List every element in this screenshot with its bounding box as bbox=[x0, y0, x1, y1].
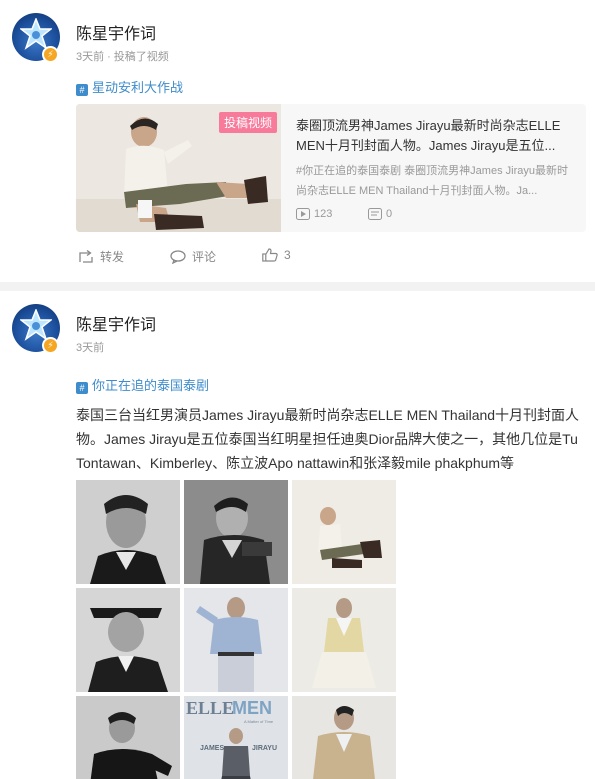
video-title[interactable]: 泰圈顶流男神James Jirayu最新时尚杂志ELLE MEN十月刊封面人物。… bbox=[296, 116, 578, 156]
verified-lightning-icon: ⚡ bbox=[42, 337, 59, 354]
magazine-cover[interactable]: ELLE MEN A Matter of Time JAMES JIRAYU bbox=[184, 696, 288, 779]
hash-icon: # bbox=[76, 382, 88, 394]
comment-count-value: 0 bbox=[386, 208, 393, 220]
verified-lightning-icon: ⚡ bbox=[42, 46, 59, 63]
post-divider bbox=[0, 282, 595, 291]
star-icon bbox=[20, 309, 52, 341]
repost-icon bbox=[79, 250, 93, 263]
photo-5[interactable] bbox=[184, 588, 288, 692]
photo-1[interactable] bbox=[76, 480, 180, 584]
like-count: 3 bbox=[284, 248, 291, 262]
play-icon bbox=[296, 208, 310, 220]
username[interactable]: 陈星宇作词 bbox=[76, 20, 156, 44]
cover-name-left: JAMES bbox=[200, 745, 224, 752]
photo-4[interactable] bbox=[76, 588, 180, 692]
video-tag: 投稿视频 bbox=[218, 112, 277, 133]
play-count: 123 bbox=[296, 208, 332, 220]
video-thumbnail[interactable]: 投稿视频 bbox=[76, 104, 281, 232]
like-button[interactable]: 3 bbox=[262, 248, 291, 262]
video-description: #你正在追的泰国泰剧 泰圈顶流男神James Jirayu最新时尚杂志ELLE … bbox=[296, 165, 568, 197]
photo-6[interactable] bbox=[292, 588, 396, 692]
photo-3[interactable] bbox=[292, 480, 396, 584]
magazine-logo-right: MEN bbox=[232, 698, 272, 718]
repost-label: 转发 bbox=[100, 250, 125, 264]
topic-label: 你正在追的泰国泰剧 bbox=[92, 378, 210, 393]
post-time[interactable]: 3天前 bbox=[76, 342, 104, 354]
feed-post: ⚡ 陈星宇作词 3天前 # 你正在追的泰国泰剧 泰国三台当红男演员James Ji… bbox=[0, 291, 595, 779]
post-meta: 3天前 bbox=[76, 339, 104, 355]
like-icon bbox=[262, 248, 278, 262]
play-count-value: 123 bbox=[314, 208, 333, 220]
topic-link[interactable]: # 你正在追的泰国泰剧 bbox=[76, 375, 209, 394]
photo-9[interactable] bbox=[292, 696, 396, 779]
post-meta: 3天前 · 投稿了视频 bbox=[76, 51, 169, 63]
comment-count: 0 bbox=[368, 208, 392, 220]
comment-label: 评论 bbox=[192, 250, 217, 264]
comment-icon bbox=[368, 208, 382, 220]
photo-2[interactable] bbox=[184, 480, 288, 584]
repost-button[interactable]: 转发 bbox=[78, 248, 124, 265]
username[interactable]: 陈星宇作词 bbox=[76, 311, 156, 335]
post-time[interactable]: 3天前 bbox=[76, 51, 104, 63]
topic-link[interactable]: # 星动安利大作战 bbox=[76, 77, 183, 96]
magazine-logo-left: ELLE bbox=[186, 698, 234, 718]
star-icon bbox=[20, 18, 52, 50]
post-action: 投稿了视频 bbox=[113, 51, 169, 63]
comment-button[interactable]: 评论 bbox=[170, 248, 216, 265]
photo-7[interactable] bbox=[76, 696, 180, 779]
comment-icon bbox=[170, 250, 186, 264]
post-text: 泰国三台当红男演员James Jirayu最新时尚杂志ELLE MEN Thai… bbox=[76, 407, 580, 471]
topic-label: 星动安利大作战 bbox=[92, 80, 184, 95]
cover-name-right: JIRAYU bbox=[252, 745, 277, 752]
video-card[interactable]: 投稿视频 泰圈顶流男神James Jirayu最新时尚杂志ELLE MEN十月刊… bbox=[76, 104, 586, 232]
magazine-subline: A Matter of Time bbox=[244, 719, 274, 724]
feed-post: ⚡ 陈星宇作词 3天前 · 投稿了视频 # 星动安利大作战 投稿视频 泰圈顶流男… bbox=[0, 0, 595, 282]
hash-icon: # bbox=[76, 84, 88, 96]
